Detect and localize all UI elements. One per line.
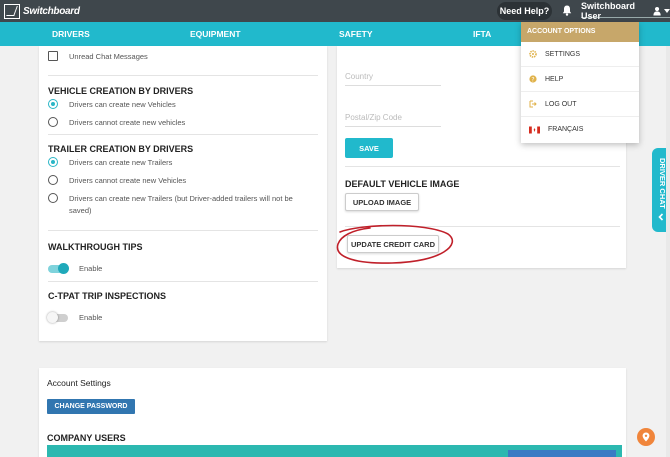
user-icon bbox=[653, 6, 661, 16]
menu-item-label: SETTINGS bbox=[545, 50, 581, 58]
change-password-button[interactable]: CHANGE PASSWORD bbox=[47, 399, 135, 414]
radio-button-selected[interactable] bbox=[48, 99, 58, 109]
radio-label-line: Drivers can create new Trailers (but Dri… bbox=[69, 194, 293, 203]
divider bbox=[48, 230, 318, 231]
gear-icon bbox=[529, 50, 537, 58]
scrollbar-track[interactable] bbox=[666, 46, 670, 457]
user-menu-button[interactable]: Switchboard User bbox=[581, 0, 670, 21]
country-field[interactable]: Country bbox=[345, 72, 441, 86]
ctpat-title: C-TPAT TRIP INSPECTIONS bbox=[48, 291, 167, 301]
toggle-label: Enable bbox=[79, 313, 103, 322]
logout-icon bbox=[529, 100, 537, 108]
trailer-option-not-saved[interactable]: Drivers can create new Trailers (but Dri… bbox=[48, 193, 293, 217]
table-action-button[interactable] bbox=[508, 450, 616, 457]
walkthrough-title: WALKTHROUGH TIPS bbox=[48, 242, 143, 252]
driver-settings-card: Unread Chat Messages VEHICLE CREATION BY… bbox=[39, 46, 327, 341]
default-vehicle-image-title: DEFAULT VEHICLE IMAGE bbox=[345, 179, 460, 189]
upload-image-button[interactable]: UPLOAD IMAGE bbox=[345, 193, 419, 211]
unread-chat-label: Unread Chat Messages bbox=[69, 51, 148, 61]
divider bbox=[48, 75, 318, 76]
vehicle-creation-title: VEHICLE CREATION BY DRIVERS bbox=[48, 86, 194, 96]
radio-label: Drivers cannot create new vehicles bbox=[69, 117, 186, 127]
account-settings-title: Account Settings bbox=[47, 378, 111, 388]
radio-button[interactable] bbox=[48, 117, 58, 127]
vehicle-option-can[interactable]: Drivers can create new Vehicles bbox=[48, 99, 176, 109]
save-button[interactable]: SAVE bbox=[345, 138, 393, 158]
nav-item-drivers[interactable]: DRIVERS bbox=[52, 22, 90, 46]
location-pin-icon[interactable] bbox=[637, 428, 655, 446]
trailer-option-can[interactable]: Drivers can create new Trailers bbox=[48, 157, 172, 167]
company-users-table-header bbox=[47, 445, 622, 457]
menu-item-settings[interactable]: SETTINGS bbox=[521, 42, 639, 67]
radio-button[interactable] bbox=[48, 193, 58, 203]
radio-label-line: saved) bbox=[69, 206, 92, 215]
radio-label: Drivers cannot create new Vehicles bbox=[69, 175, 187, 185]
menu-item-label: LOG OUT bbox=[545, 100, 577, 108]
vehicle-option-cannot[interactable]: Drivers cannot create new vehicles bbox=[48, 117, 185, 127]
menu-item-label: FRANÇAIS bbox=[548, 126, 584, 133]
nav-item-equipment[interactable]: EQUIPMENT bbox=[190, 22, 241, 46]
canada-flag-icon bbox=[529, 126, 540, 133]
chevron-left-icon bbox=[658, 213, 664, 221]
menu-item-logout[interactable]: LOG OUT bbox=[521, 92, 639, 117]
user-name: Switchboard User bbox=[581, 0, 636, 21]
company-users-title: COMPANY USERS bbox=[47, 433, 126, 443]
menu-item-label: HELP bbox=[545, 75, 564, 83]
menu-item-language-french[interactable]: FRANÇAIS bbox=[521, 117, 639, 142]
trailer-creation-title: TRAILER CREATION BY DRIVERS bbox=[48, 144, 194, 154]
account-options-menu: ACCOUNT OPTIONS SETTINGS ? HELP LOG OUT … bbox=[521, 22, 639, 143]
caret-down-icon bbox=[664, 8, 670, 13]
radio-button[interactable] bbox=[48, 175, 58, 185]
trailer-option-cannot[interactable]: Drivers cannot create new Vehicles bbox=[48, 175, 186, 185]
account-settings-card: Account Settings CHANGE PASSWORD COMPANY… bbox=[39, 368, 626, 457]
account-options-header: ACCOUNT OPTIONS bbox=[521, 22, 639, 42]
ctpat-toggle-row[interactable]: Enable bbox=[47, 311, 103, 323]
logo-text: Switchboard bbox=[23, 5, 80, 17]
annotation-circle bbox=[336, 224, 454, 264]
need-help-button[interactable]: Need Help? bbox=[497, 2, 552, 20]
walkthrough-toggle-row[interactable]: Enable bbox=[48, 262, 103, 274]
help-icon: ? bbox=[529, 75, 537, 83]
divider bbox=[345, 166, 620, 167]
radio-label-multiline: Drivers can create new Trailers (but Dri… bbox=[69, 193, 293, 217]
toggle-label: Enable bbox=[79, 264, 103, 273]
app-logo[interactable]: Switchboard bbox=[4, 3, 80, 19]
switchboard-logo-icon bbox=[4, 3, 20, 19]
menu-item-help[interactable]: ? HELP bbox=[521, 67, 639, 92]
bell-icon[interactable] bbox=[562, 5, 572, 16]
divider bbox=[48, 281, 318, 282]
postal-code-field[interactable]: Postal/Zip Code bbox=[345, 113, 441, 127]
radio-label: Drivers can create new Trailers bbox=[69, 157, 173, 167]
radio-button-selected[interactable] bbox=[48, 157, 58, 167]
divider bbox=[48, 134, 318, 135]
nav-item-ifta[interactable]: IFTA bbox=[473, 22, 491, 46]
walkthrough-toggle[interactable] bbox=[48, 262, 69, 274]
ctpat-toggle[interactable] bbox=[47, 311, 68, 323]
nav-item-safety[interactable]: SAFETY bbox=[339, 22, 373, 46]
top-bar: Switchboard Need Help? Switchboard User bbox=[0, 0, 670, 22]
radio-label: Drivers can create new Vehicles bbox=[69, 99, 176, 109]
svg-text:?: ? bbox=[531, 76, 534, 83]
unread-chat-checkbox[interactable] bbox=[48, 51, 58, 61]
unread-chat-option[interactable]: Unread Chat Messages bbox=[48, 51, 148, 61]
